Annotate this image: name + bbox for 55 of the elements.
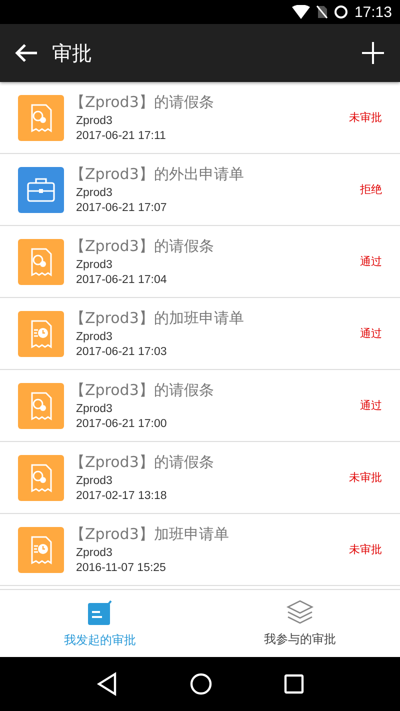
item-status: 未审批 bbox=[349, 470, 382, 485]
item-title: 【Zprod3】的请假条 bbox=[70, 453, 215, 472]
item-title: 【Zprod3】的请假条 bbox=[70, 381, 215, 400]
document-clock-icon bbox=[18, 310, 64, 356]
document-icon bbox=[18, 454, 64, 500]
add-icon[interactable] bbox=[362, 42, 384, 64]
item-title: 【Zprod3】的请假条 bbox=[70, 237, 215, 256]
item-time: 2016-11-07 15:25 bbox=[76, 562, 167, 574]
recents-square-icon[interactable] bbox=[284, 674, 304, 694]
item-status: 通过 bbox=[360, 398, 382, 413]
document-icon bbox=[18, 238, 64, 284]
item-title: 【Zprod3】的外出申请单 bbox=[70, 165, 245, 184]
edit-note-icon bbox=[87, 598, 113, 626]
bottom-tab[interactable]: 我参与的审批 bbox=[200, 590, 400, 657]
back-arrow-icon[interactable] bbox=[14, 43, 38, 63]
item-user: Zprod3 bbox=[76, 331, 114, 343]
item-time: 2017-06-21 17:07 bbox=[76, 202, 168, 214]
approval-item[interactable]: 【Zprod3】的请假条 Zprod3 2017-06-21 17:04 通过 bbox=[0, 226, 400, 298]
no-sim-icon bbox=[316, 5, 328, 19]
layers-icon bbox=[286, 599, 314, 625]
clock-time: 17:13 bbox=[354, 4, 392, 20]
item-status: 通过 bbox=[360, 326, 382, 341]
item-user: Zprod3 bbox=[76, 547, 114, 559]
back-triangle-icon[interactable] bbox=[96, 672, 118, 696]
approval-item[interactable]: 【Zprod3】的请假条 Zprod3 2017-02-17 13:18 未审批 bbox=[0, 442, 400, 514]
item-time: 2017-06-21 17:04 bbox=[76, 274, 168, 286]
item-user: Zprod3 bbox=[76, 187, 114, 199]
item-user: Zprod3 bbox=[76, 403, 114, 415]
approval-item[interactable]: 【Zprod3】的外出申请单 Zprod3 2017-06-21 17:07 拒绝 bbox=[0, 154, 400, 226]
item-time: 2017-06-21 17:00 bbox=[76, 418, 168, 430]
approval-item[interactable]: 【Zprod3】的请假条 Zprod3 2017-06-21 17:00 通过 bbox=[0, 370, 400, 442]
briefcase-icon bbox=[18, 166, 64, 212]
item-user: Zprod3 bbox=[76, 475, 114, 487]
approval-item[interactable]: 【Zprod3】加班申请单 Zprod3 2016-11-07 15:25 未审批 bbox=[0, 514, 400, 586]
document-icon bbox=[18, 382, 64, 428]
document-clock-icon bbox=[18, 526, 64, 572]
approval-item[interactable]: 【Zprod3】的请假条 Zprod3 2017-06-21 17:11 未审批 bbox=[0, 82, 400, 154]
item-user: Zprod3 bbox=[76, 115, 114, 127]
item-title: 【Zprod3】加班申请单 bbox=[70, 525, 230, 544]
item-status: 未审批 bbox=[349, 542, 382, 557]
item-user: Zprod3 bbox=[76, 259, 114, 271]
approval-item[interactable]: 【Zprod3】的加班申请单 Zprod3 2017-06-21 17:03 通过 bbox=[0, 298, 400, 370]
screen-title: 审批 bbox=[52, 40, 93, 66]
wifi-icon bbox=[292, 5, 310, 19]
document-icon bbox=[18, 94, 64, 140]
item-status: 通过 bbox=[360, 254, 382, 269]
item-status: 拒绝 bbox=[360, 182, 382, 197]
item-time: 2017-06-21 17:03 bbox=[76, 346, 168, 358]
item-status: 未审批 bbox=[349, 110, 382, 125]
item-title: 【Zprod3】的请假条 bbox=[70, 93, 215, 112]
item-title: 【Zprod3】的加班申请单 bbox=[70, 309, 245, 328]
item-time: 2017-06-21 17:11 bbox=[76, 130, 167, 142]
home-circle-icon[interactable] bbox=[190, 673, 212, 695]
battery-ring-icon bbox=[334, 5, 348, 19]
item-time: 2017-02-17 13:18 bbox=[76, 490, 168, 502]
